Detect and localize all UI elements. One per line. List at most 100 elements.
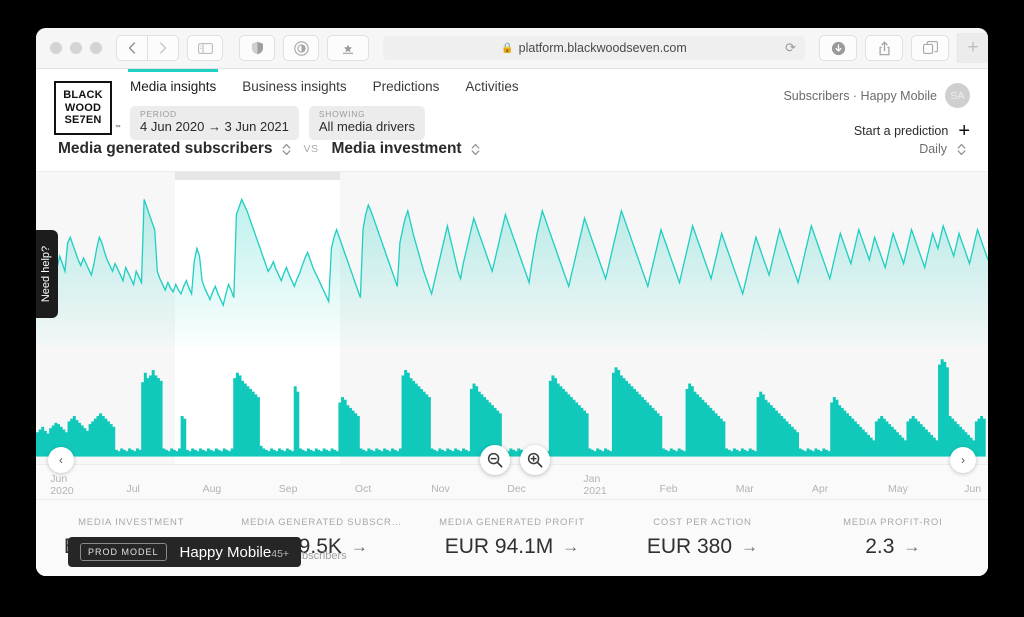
bar-series (36, 359, 986, 457)
x-axis-label: Apr (811, 483, 829, 495)
kpi-number: EUR 380 (646, 535, 733, 558)
tab-media-insights[interactable]: Media insights (127, 69, 219, 103)
sidebar-icon[interactable] (187, 35, 223, 61)
showing-filter[interactable]: SHOWING All media drivers (308, 106, 425, 140)
main-tabs: Media insights Business insights Predict… (127, 69, 519, 103)
maximize-button[interactable] (90, 42, 102, 54)
kpi-cost-per-action[interactable]: COST PER ACTION EUR 380 → (607, 500, 797, 576)
forward-button[interactable] (147, 35, 179, 61)
arrow-right-icon: → (350, 537, 368, 556)
primary-metric-select[interactable]: Media generated subscribers (58, 140, 291, 158)
kpi-value: 2.3 → (865, 535, 920, 559)
account-label: Subscribers · Happy Mobile (783, 88, 937, 103)
account-area[interactable]: Subscribers · Happy Mobile SA (783, 83, 970, 108)
kpi-media-profit-roi[interactable]: MEDIA PROFIT-ROI 2.3 → (798, 500, 988, 576)
logo-line-2: WOOD (64, 101, 102, 114)
filter-pills: PERIOD 4 Jun 2020 → 3 Jun 2021 SHOWING A… (130, 106, 519, 140)
chart-plot (36, 197, 988, 457)
x-axis-label: Dec (507, 483, 526, 495)
tab-overview-icon[interactable] (911, 35, 949, 61)
x-axis-label: Feb (659, 483, 678, 495)
window-controls[interactable] (46, 42, 108, 54)
next-period-button[interactable]: › (950, 447, 976, 473)
granularity-label: Daily (919, 142, 947, 156)
chevron-updown-icon[interactable] (471, 143, 480, 156)
vs-label: VS (303, 143, 319, 155)
period-caption: PERIOD (140, 109, 177, 119)
prod-model-tag: PROD MODEL (80, 543, 167, 561)
x-axis-label: Oct (354, 483, 372, 495)
logo[interactable]: BLACK WOOD SE7EN ™ (54, 81, 121, 135)
arrow-right-icon: → (741, 537, 759, 556)
close-button[interactable] (50, 42, 62, 54)
x-axis-label: Aug (202, 483, 222, 495)
need-help-label: Need help? (40, 245, 52, 303)
x-axis-label: Jun 2020 (50, 473, 74, 497)
kpi-label: MEDIA PROFIT-ROI (843, 517, 943, 528)
zoom-in-icon[interactable] (520, 445, 550, 475)
kpi-media-generated-profit[interactable]: MEDIA GENERATED PROFIT EUR 94.1M → (417, 500, 607, 576)
address-bar[interactable]: 🔒 platform.blackwoodseven.com ⟳ (383, 36, 805, 60)
kpi-value: EUR 94.1M → (445, 535, 580, 559)
lock-icon: 🔒 (501, 42, 514, 54)
reader-icon[interactable] (283, 35, 319, 61)
minimize-button[interactable] (70, 42, 82, 54)
app-header: BLACK WOOD SE7EN ™ Media insights Busine… (36, 69, 988, 141)
granularity-select[interactable]: Daily (919, 142, 966, 156)
kpi-number: EUR 94.1M (444, 535, 554, 558)
chart-area[interactable]: Jun 2020 Jul Aug Sep Oct Nov Dec Jan 2021 Feb Mar Ap… (36, 172, 988, 499)
tab-predictions[interactable]: Predictions (373, 69, 440, 103)
back-button[interactable] (116, 35, 147, 61)
kpi-label: MEDIA GENERATED SUBSCR… (241, 517, 402, 528)
x-axis-label: May (888, 483, 908, 495)
logo-line-1: BLACK (63, 89, 103, 102)
browser-window: 🔒 platform.blackwoodseven.com ⟳ + BLACK … (36, 28, 988, 576)
reload-icon[interactable]: ⟳ (785, 40, 796, 56)
zoom-out-icon[interactable] (480, 445, 510, 475)
tab-business-insights[interactable]: Business insights (242, 69, 346, 103)
x-axis-label: Nov (431, 483, 450, 495)
x-axis-label: Mar (735, 483, 754, 495)
prod-model-title: Happy Mobile (179, 543, 272, 561)
start-prediction-label: Start a prediction (853, 124, 949, 138)
kpi-label: COST PER ACTION (653, 517, 752, 528)
prod-model-segment: 45+ (271, 547, 290, 560)
browser-toolbar: 🔒 platform.blackwoodseven.com ⟳ + (36, 28, 988, 69)
kpi-number: 2.3 (865, 535, 895, 558)
plus-icon: + (958, 120, 970, 142)
prod-model-name: Happy Mobile45+ (180, 544, 290, 561)
prev-period-button[interactable]: ‹ (48, 447, 74, 473)
area-fill (36, 199, 988, 347)
app-content: BLACK WOOD SE7EN ™ Media insights Busine… (36, 69, 988, 576)
navigation-buttons[interactable] (116, 35, 179, 61)
need-help-tab[interactable]: Need help? (36, 230, 58, 318)
prod-model-bar[interactable]: PROD MODEL Happy Mobile45+ (68, 537, 302, 567)
x-axis-label: Jun (964, 483, 982, 495)
showing-value: All media drivers (318, 119, 415, 135)
start-prediction-button[interactable]: Start a prediction + (854, 121, 970, 141)
url-text: platform.blackwoodseven.com (518, 41, 687, 55)
share-icon[interactable] (865, 35, 903, 61)
download-icon[interactable] (819, 35, 857, 61)
chevron-updown-icon[interactable] (957, 143, 966, 156)
shield-icon[interactable] (239, 35, 275, 61)
kpi-label: MEDIA GENERATED PROFIT (439, 517, 585, 528)
secondary-metric-select[interactable]: Media investment (332, 140, 480, 158)
header-nav: Media insights Business insights Predict… (127, 69, 519, 140)
x-axis-label: Sep (278, 483, 298, 495)
showing-caption: SHOWING (318, 109, 366, 119)
new-tab-button[interactable]: + (957, 33, 988, 63)
x-axis-label: Jan 2021 (583, 473, 607, 497)
header-right: Subscribers · Happy Mobile SA Start a pr… (783, 69, 970, 141)
x-axis-label: Jul (126, 483, 140, 495)
chevron-updown-icon[interactable] (282, 143, 291, 156)
period-value: 4 Jun 2020 → 3 Jun 2021 (140, 119, 289, 135)
kpi-value: EUR 380 → (647, 535, 758, 559)
logo-line-3: SE7EN (64, 114, 102, 127)
avatar[interactable]: SA (945, 83, 970, 108)
tab-activities[interactable]: Activities (465, 69, 518, 103)
bookmark-star-icon[interactable] (327, 35, 369, 61)
period-filter[interactable]: PERIOD 4 Jun 2020 → 3 Jun 2021 (130, 106, 299, 140)
arrow-right-icon: → (562, 537, 580, 556)
x-axis: Jun 2020 Jul Aug Sep Oct Nov Dec Jan 2021 Feb Mar Ap… (36, 464, 988, 499)
